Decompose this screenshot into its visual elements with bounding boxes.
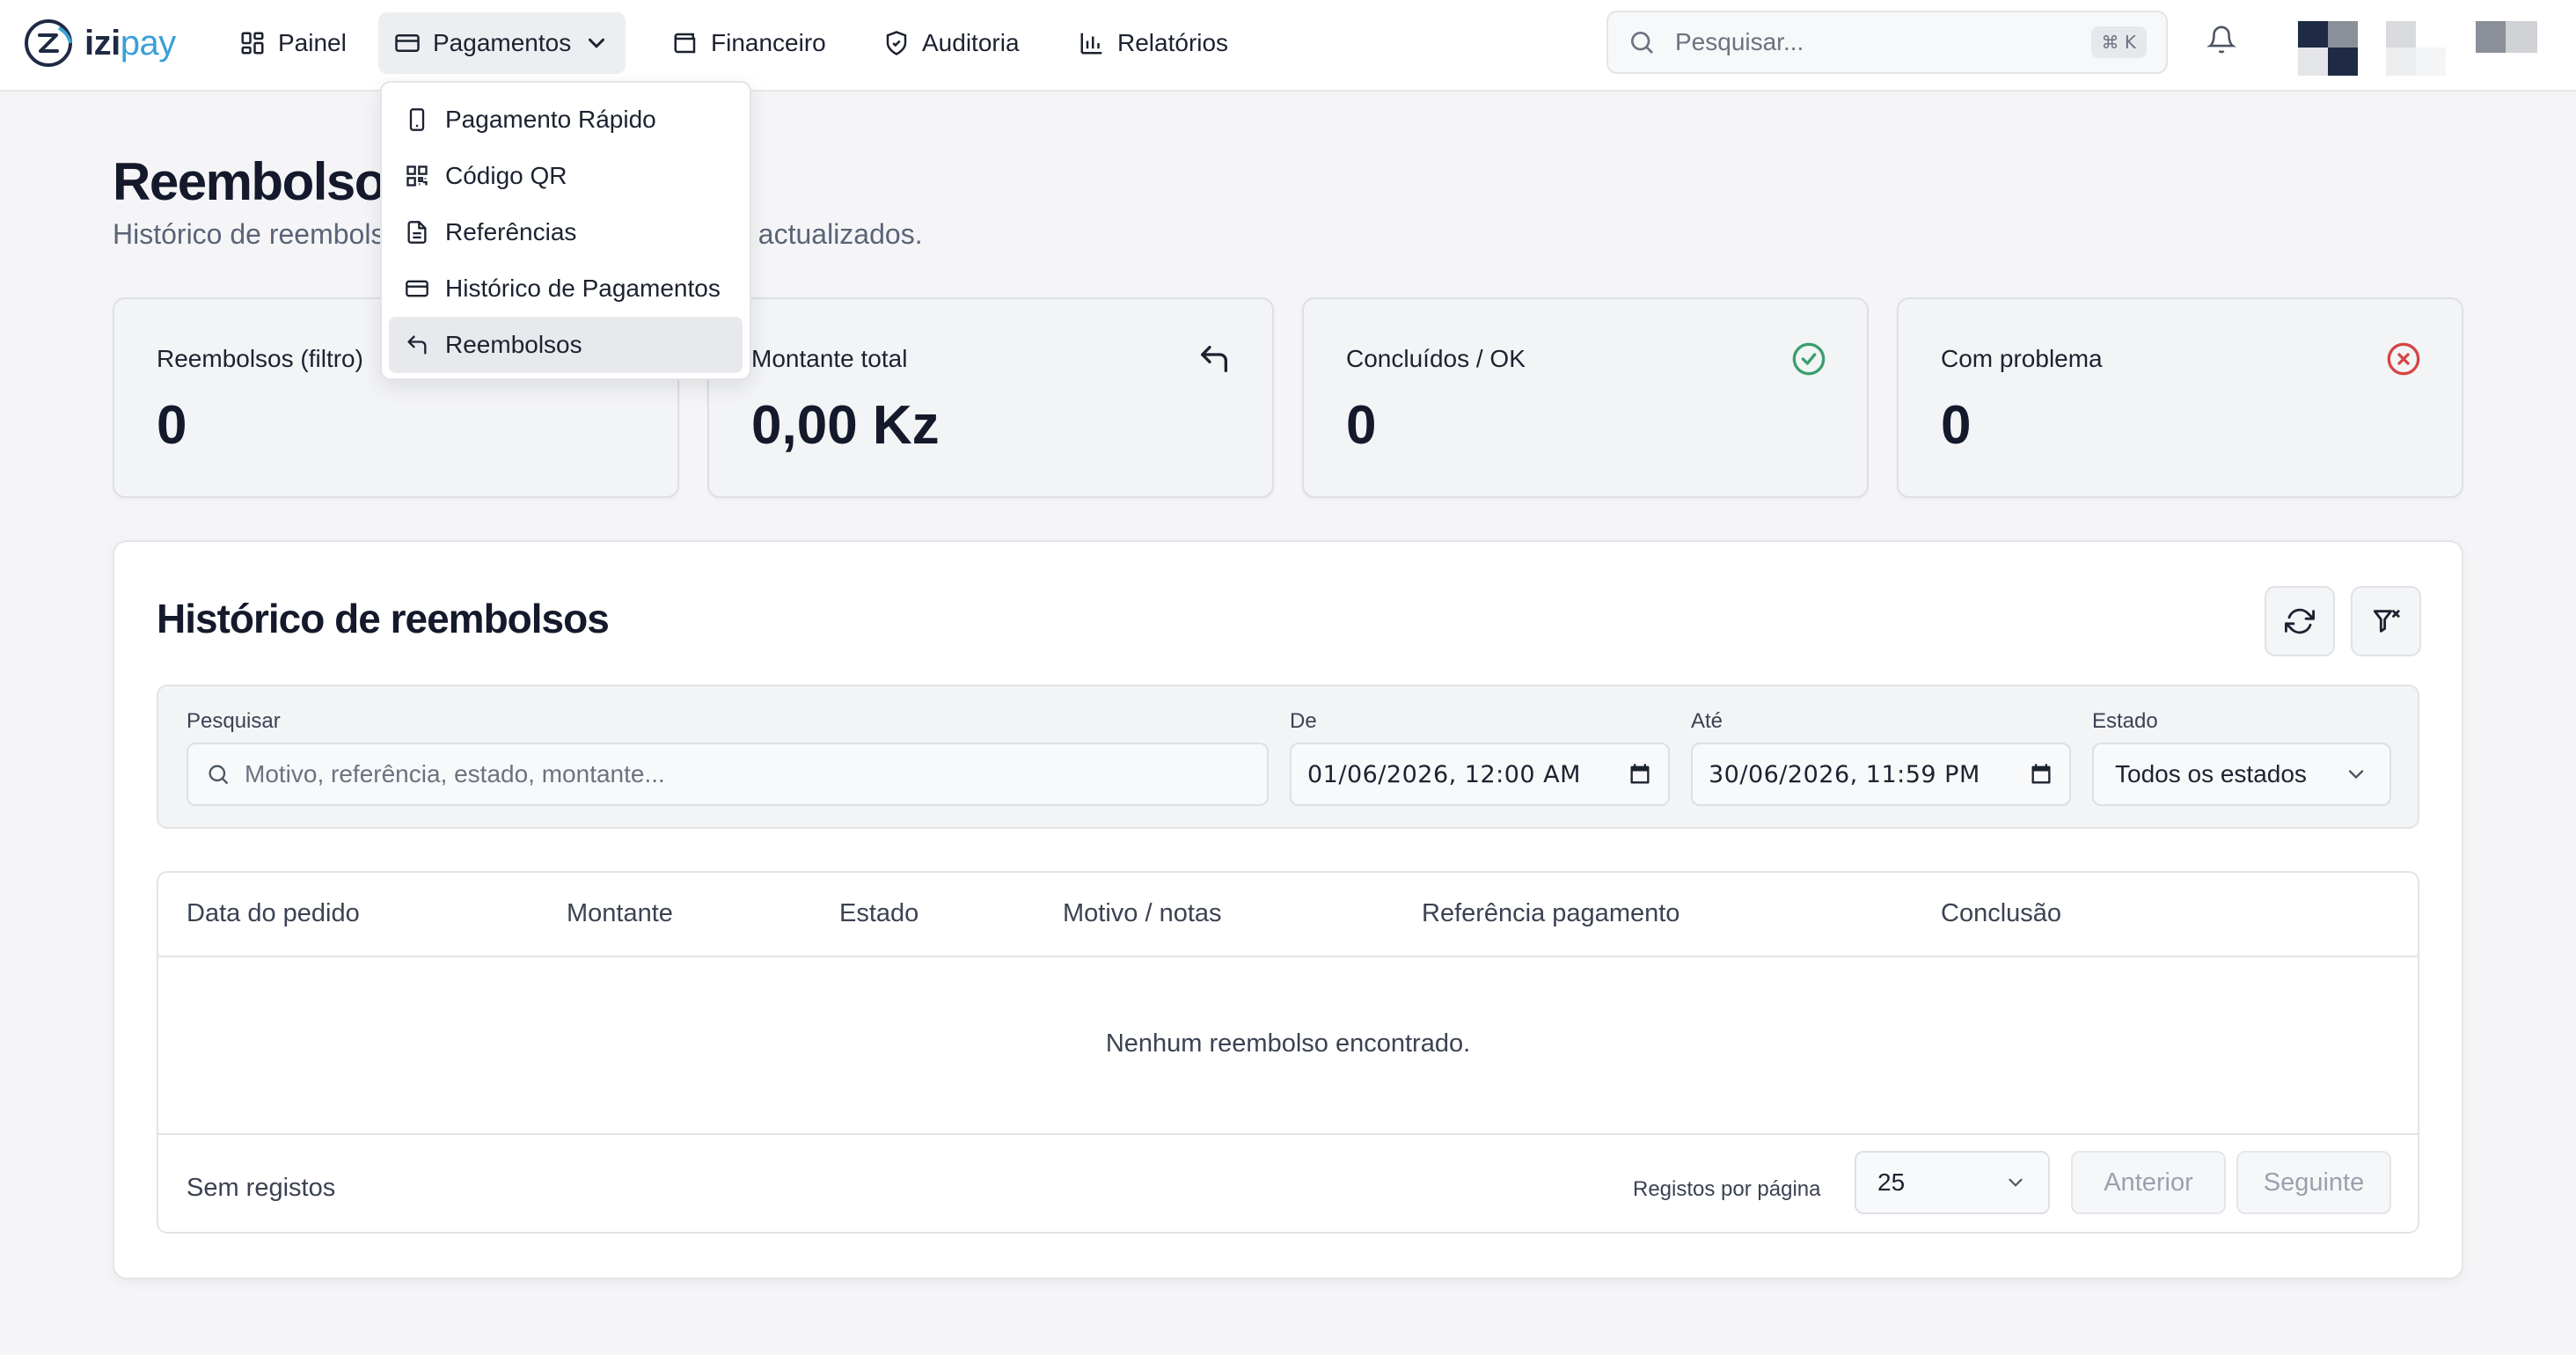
- status-select-value: Todos os estados: [2115, 760, 2307, 787]
- stat-card-total-amount: Montante total 0,00 Kz: [707, 297, 1274, 498]
- refund-history-title: Histórico de reembolsos: [157, 596, 610, 641]
- menu-item-label: Referências: [445, 218, 577, 245]
- refresh-button[interactable]: [2265, 586, 2335, 656]
- phone-icon: [409, 108, 425, 131]
- menu-item-reembolsos[interactable]: Reembolsos: [389, 317, 743, 373]
- pagamentos-dropdown-menu: Pagamento Rápido Código QR Referências H…: [380, 81, 751, 380]
- refund-history-panel: Histórico de reembolsos Pesquisar Motivo…: [113, 540, 2463, 1279]
- dashboard-icon: [241, 32, 264, 55]
- from-date-value: 01/06/2026, 12:00 AM: [1307, 760, 1581, 788]
- calendar-icon[interactable]: [2029, 762, 2053, 787]
- records-count: Sem registos: [187, 1174, 336, 1202]
- filters-bar: Pesquisar Motivo, referência, estado, mo…: [157, 685, 2419, 829]
- column-header[interactable]: Motivo / notas: [1063, 899, 1222, 928]
- menu-item-label: Histórico de Pagamentos: [445, 275, 721, 302]
- column-header[interactable]: Estado: [839, 899, 918, 928]
- table-header-divider: [158, 956, 2418, 957]
- nav-relatorios-label: Relatórios: [1117, 29, 1229, 56]
- nav-auditoria-label: Auditoria: [922, 29, 1020, 56]
- undo-icon: [407, 335, 427, 355]
- column-header[interactable]: Montante: [567, 899, 673, 928]
- card-icon: [395, 34, 420, 52]
- undo-icon: [1201, 346, 1227, 372]
- refund-search-input[interactable]: Motivo, referência, estado, montante...: [187, 743, 1269, 806]
- shield-icon: [886, 31, 907, 55]
- table-footer-divider: [158, 1133, 2418, 1135]
- empty-state-message: Nenhum reembolso encontrado.: [1105, 1029, 1471, 1058]
- to-date-label: Até: [1691, 709, 1723, 733]
- to-date-input[interactable]: 30/06/2026, 11:59 PM: [1691, 743, 2071, 806]
- avatar[interactable]: [2298, 21, 2358, 76]
- stat-value: 0: [1941, 395, 1972, 456]
- stat-value: 0: [1346, 395, 1377, 456]
- menu-item-referencias[interactable]: Referências: [389, 204, 743, 260]
- account-avatar[interactable]: [2386, 21, 2446, 76]
- x-circle-icon: [2387, 342, 2420, 376]
- refresh-icon: [2285, 608, 2315, 634]
- top-navigation-bar: izipay Painel Pagamentos Financeiro Audi…: [0, 0, 2576, 92]
- stat-label: Montante total: [751, 345, 908, 372]
- next-page-button[interactable]: Seguinte: [2236, 1151, 2391, 1214]
- column-header[interactable]: Data do pedido: [187, 899, 360, 928]
- menu-item-label: Código QR: [445, 162, 567, 189]
- search-icon: [209, 765, 229, 785]
- column-header[interactable]: Referência pagamento: [1422, 899, 1680, 928]
- menu-item-historico-pagamentos[interactable]: Histórico de Pagamentos: [389, 260, 743, 317]
- global-search-input[interactable]: Pesquisar... ⌘ K: [1606, 11, 2168, 74]
- per-page-value: 25: [1877, 1168, 1906, 1196]
- document-icon: [407, 221, 427, 244]
- search-icon: [1631, 32, 1653, 54]
- nav-relatorios[interactable]: Relatórios: [1063, 12, 1244, 74]
- menu-item-pagamento-rapido[interactable]: Pagamento Rápido: [389, 92, 743, 148]
- refund-search-placeholder: Motivo, referência, estado, montante...: [245, 760, 665, 787]
- calendar-icon[interactable]: [1628, 762, 1652, 787]
- stat-value: 0: [157, 395, 187, 456]
- global-search-placeholder: Pesquisar...: [1675, 28, 1804, 55]
- nav-painel[interactable]: Painel: [223, 12, 362, 74]
- card-icon: [406, 280, 428, 297]
- per-page-select[interactable]: 25: [1855, 1151, 2050, 1214]
- logo-mark-icon: [25, 19, 72, 67]
- search-filter-label: Pesquisar: [187, 709, 281, 733]
- search-shortcut-badge: ⌘ K: [2090, 26, 2147, 58]
- nav-painel-label: Painel: [278, 29, 347, 56]
- nav-financeiro-label: Financeiro: [711, 29, 826, 56]
- stat-label: Concluídos / OK: [1346, 345, 1526, 372]
- bell-icon[interactable]: [2206, 25, 2236, 55]
- chevron-down-icon: [2348, 770, 2364, 780]
- check-circle-icon: [1792, 342, 1826, 376]
- chevron-down-icon: [2009, 1178, 2023, 1187]
- qr-code-icon: [406, 165, 428, 187]
- nav-pagamentos[interactable]: Pagamentos: [378, 12, 626, 74]
- column-header[interactable]: Conclusão: [1941, 899, 2061, 928]
- page-title: Reembolsos: [113, 152, 414, 211]
- stat-card-completed: Concluídos / OK 0: [1302, 297, 1869, 498]
- previous-page-button[interactable]: Anterior: [2071, 1151, 2226, 1214]
- status-select[interactable]: Todos os estados: [2092, 743, 2391, 806]
- from-date-label: De: [1290, 709, 1317, 733]
- bar-chart-icon: [1080, 33, 1102, 55]
- menu-item-codigo-qr[interactable]: Código QR: [389, 148, 743, 204]
- menu-item-label: Pagamento Rápido: [445, 106, 656, 133]
- stat-value: 0,00 Kz: [751, 395, 940, 456]
- logo-text: izipay: [84, 23, 176, 62]
- status-filter-label: Estado: [2092, 709, 2158, 733]
- stat-card-with-problem: Com problema 0: [1897, 297, 2463, 498]
- menu-item-label: Reembolsos: [445, 331, 582, 358]
- nav-pagamentos-label: Pagamentos: [433, 29, 572, 56]
- org-avatar[interactable]: [2476, 21, 2537, 53]
- izipay-logo[interactable]: izipay: [23, 16, 176, 70]
- nav-auditoria[interactable]: Auditoria: [867, 12, 1036, 74]
- refunds-table: Data do pedido Montante Estado Motivo / …: [157, 871, 2419, 1234]
- chevron-down-icon: [589, 38, 605, 48]
- from-date-input[interactable]: 01/06/2026, 12:00 AM: [1290, 743, 1670, 806]
- clear-filters-button[interactable]: [2351, 586, 2421, 656]
- filter-clear-icon: [2373, 610, 2400, 633]
- stat-label: Com problema: [1941, 345, 2103, 372]
- wallet-icon: [674, 33, 696, 54]
- to-date-value: 30/06/2026, 11:59 PM: [1709, 760, 1980, 788]
- stat-label: Reembolsos (filtro): [157, 345, 363, 372]
- per-page-label: Registos por página: [1633, 1177, 1821, 1201]
- nav-financeiro[interactable]: Financeiro: [656, 12, 842, 74]
